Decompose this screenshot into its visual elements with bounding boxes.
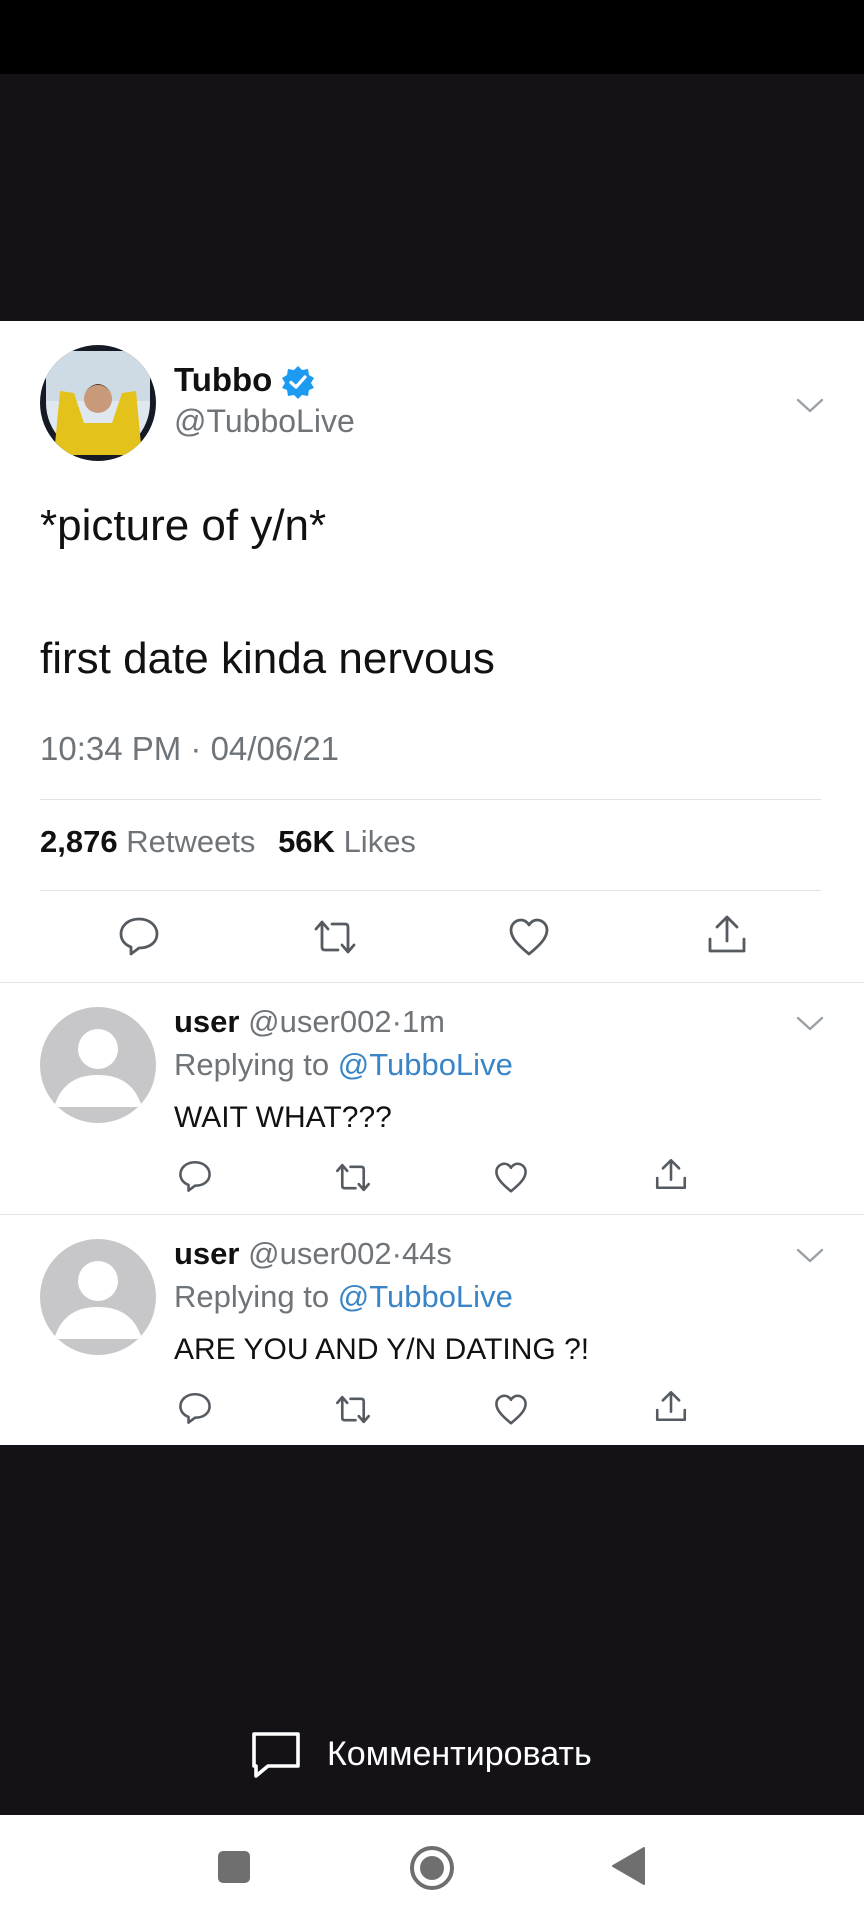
reply-icon: [179, 1392, 211, 1424]
chevron-down-icon[interactable]: [796, 397, 824, 415]
like-button[interactable]: [494, 1161, 528, 1194]
heart-icon: [495, 1162, 527, 1193]
reply-handle[interactable]: @user002: [248, 1004, 392, 1039]
reply-icon: [179, 1160, 211, 1192]
chevron-down-icon[interactable]: [796, 1247, 824, 1265]
retweet-icon: [336, 1395, 370, 1424]
divider: [0, 982, 864, 983]
profile-avatar: [40, 345, 156, 461]
verified-badge-icon: [282, 366, 314, 399]
share-button[interactable]: [654, 1389, 688, 1423]
status-bar: [0, 0, 864, 74]
retweet-icon: [314, 920, 356, 954]
reply-handle[interactable]: @user002: [248, 1236, 392, 1271]
share-button[interactable]: [706, 913, 748, 955]
retweets-count[interactable]: 2,876: [40, 824, 118, 859]
chevron-down-icon[interactable]: [796, 1015, 824, 1033]
tweet-timestamp: 10:34 PM · 04/06/21: [40, 730, 340, 767]
comment-label[interactable]: Комментировать: [327, 1735, 592, 1774]
reply-button[interactable]: [178, 1159, 212, 1193]
reply-header: user @user002·44s: [174, 1236, 452, 1271]
mention-link[interactable]: @TubboLive: [338, 1047, 513, 1082]
viewer-background: [0, 74, 864, 321]
avatar[interactable]: [40, 1239, 156, 1355]
replying-to-label: Replying to: [174, 1047, 330, 1082]
display-name[interactable]: Tubbo: [174, 361, 272, 399]
mention-link[interactable]: @TubboLive: [338, 1279, 513, 1314]
home-circle-icon: [410, 1846, 454, 1890]
back-triangle-icon: [612, 1847, 645, 1885]
replying-to-label: Replying to: [174, 1279, 330, 1314]
reply-header: user @user002·1m: [174, 1004, 446, 1039]
heart-icon: [495, 1394, 527, 1425]
reply-text: WAIT WHAT???: [174, 1101, 392, 1134]
retweet-icon: [336, 1163, 370, 1192]
replying-to: Replying to @TubboLive: [174, 1279, 513, 1315]
reply-time: 1m: [401, 1004, 446, 1039]
reply-time: 44s: [401, 1236, 452, 1271]
tweet-text-line: *picture of y/n*: [40, 501, 327, 550]
reply-icon: [119, 917, 159, 956]
navigation-bar: [0, 1815, 864, 1920]
home-button[interactable]: [408, 1844, 456, 1897]
reply-user-name[interactable]: user: [174, 1236, 239, 1271]
tweet-stats: 2,876 Retweets 56K Likes: [40, 824, 416, 860]
square-icon: [218, 1851, 250, 1883]
retweet-button[interactable]: [312, 917, 358, 957]
back-button[interactable]: [610, 1845, 646, 1892]
share-icon: [655, 1390, 687, 1422]
likes-label[interactable]: Likes: [344, 824, 416, 859]
reply-button[interactable]: [178, 1391, 212, 1425]
retweets-label[interactable]: Retweets: [126, 824, 255, 859]
divider: [0, 1214, 864, 1215]
reply-button[interactable]: [118, 915, 160, 957]
recents-button[interactable]: [216, 1849, 252, 1890]
reply-text: ARE YOU AND Y/N DATING ?!: [174, 1333, 590, 1366]
share-button[interactable]: [654, 1157, 688, 1191]
divider: [40, 799, 821, 800]
heart-icon: [509, 918, 549, 956]
avatar[interactable]: [40, 1007, 156, 1123]
handle[interactable]: @TubboLive: [174, 403, 355, 440]
retweet-button[interactable]: [334, 1161, 372, 1194]
share-icon: [708, 915, 746, 953]
comment-icon: [252, 1732, 300, 1778]
divider: [40, 890, 821, 891]
share-icon: [655, 1158, 687, 1190]
retweet-button[interactable]: [334, 1393, 372, 1426]
reply-user-name[interactable]: user: [174, 1004, 239, 1039]
comment-button[interactable]: [250, 1730, 302, 1780]
tweet-screenshot-card: Tubbo @TubboLive *picture of y/n* first …: [0, 321, 864, 1445]
like-button[interactable]: [508, 917, 550, 957]
likes-count[interactable]: 56K: [278, 824, 335, 859]
replying-to: Replying to @TubboLive: [174, 1047, 513, 1083]
tweet-text-line: first date kinda nervous: [40, 634, 495, 683]
like-button[interactable]: [494, 1393, 528, 1426]
